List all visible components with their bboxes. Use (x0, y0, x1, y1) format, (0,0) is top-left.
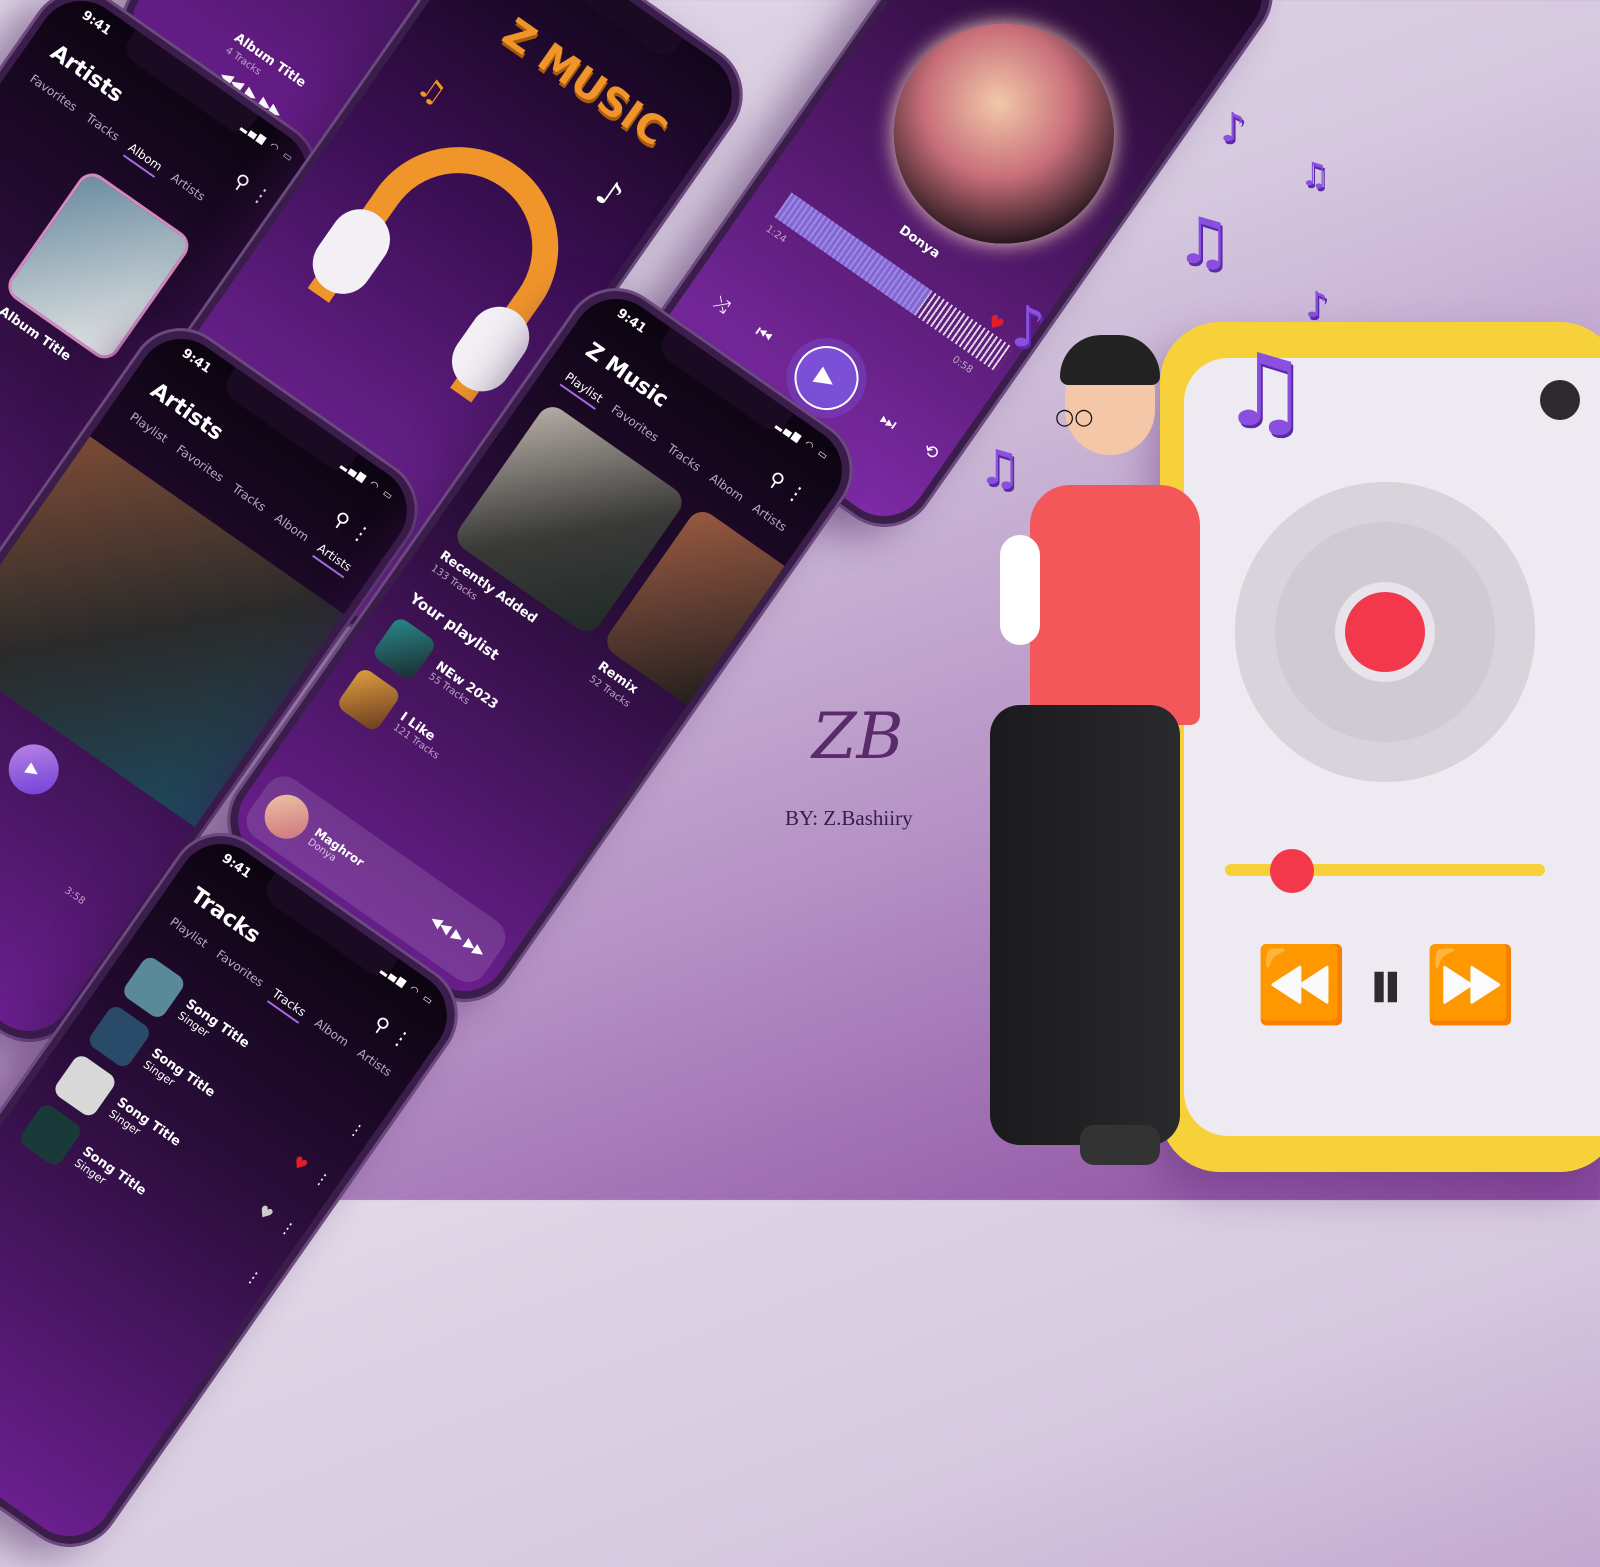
status-icons: ▂▄▆ ◠ ▭ (239, 121, 296, 166)
next-icon[interactable]: ⏭ (876, 408, 901, 434)
search-icon[interactable]: ⚲ ⋮ (764, 466, 811, 509)
tab-tracks[interactable]: Tracks (227, 481, 269, 518)
more-icon[interactable]: ⋮ (242, 1265, 266, 1290)
heart-icon[interactable]: ♥ (255, 1200, 278, 1224)
status-icons: ▂▄▆ ◠ ▭ (774, 419, 831, 464)
avatar (256, 786, 318, 848)
more-icon[interactable]: ⋮ (311, 1166, 335, 1191)
repeat-icon[interactable]: ⟲ (919, 438, 943, 464)
tab-tracks[interactable]: Tracks (80, 111, 122, 148)
tab-albom[interactable]: Albom (122, 140, 165, 178)
status-icons: ▂▄▆ ◠ ▭ (339, 459, 396, 504)
tab-tracks[interactable]: Tracks (266, 986, 309, 1024)
status-time: 9:41 (613, 305, 649, 337)
music-note-icon: ♫ (1220, 332, 1310, 449)
more-icon[interactable]: ⋮ (345, 1117, 369, 1142)
heart-icon[interactable]: ♥ (289, 1151, 312, 1175)
music-note-icon: ♪ (1305, 285, 1328, 326)
search-icon[interactable]: ⚲ ⋮ (369, 1011, 416, 1054)
transport-controls: ⏪⏸⏩ (1255, 942, 1537, 1028)
artist-name: Donya (896, 222, 943, 262)
search-icon[interactable]: ⚲ ⋮ (329, 506, 376, 549)
status-time: 9:41 (218, 850, 254, 882)
elapsed-time: 1:24 (763, 223, 789, 246)
tab-playlist[interactable]: Playlist (125, 410, 170, 450)
tab-albom[interactable]: Albom (269, 511, 311, 548)
player-controls[interactable]: ◀◀ ▶ ▶▶ (427, 912, 488, 961)
artist-photo (850, 0, 1158, 287)
tab-tracks[interactable]: Tracks (662, 441, 704, 478)
music-note-icon: ♪ (1220, 105, 1246, 151)
designer-credit: BY: Z.Bashiiry (785, 806, 913, 830)
music-note-icon: ♪ (587, 171, 631, 219)
music-note-icon: ♫ (410, 68, 453, 113)
tab-artists[interactable]: Artists (747, 501, 789, 539)
tab-playlist[interactable]: Playlist (559, 369, 606, 410)
time-label: 3:58 (62, 885, 87, 908)
play-button[interactable]: ▶ (0, 734, 69, 805)
tab-artists[interactable]: Artists (352, 1046, 394, 1084)
tab-playlist[interactable]: Playlist (165, 915, 210, 955)
tab-artists[interactable]: Artists (165, 170, 207, 208)
shuffle-icon[interactable]: ⤮ (710, 292, 734, 317)
designer-monogram: ZB (812, 700, 904, 774)
tab-favorites[interactable]: Favorites (211, 947, 266, 994)
tab-artists[interactable]: Artists (311, 540, 355, 579)
search-icon[interactable]: ⚲ ⋮ (229, 168, 276, 211)
previous-icon[interactable]: ⏮ (751, 321, 776, 347)
player-device-illustration: ♫ ⏪⏸⏩ (1160, 322, 1600, 1172)
speaker-disc (1235, 482, 1535, 782)
tab-favorites[interactable]: Favorites (171, 442, 226, 489)
more-icon[interactable]: ⋮ (276, 1216, 300, 1241)
status-icons: ▂▄▆ ◠ ▭ (379, 964, 436, 1009)
status-time: 9:41 (178, 345, 214, 377)
tab-albom[interactable]: Albom (704, 471, 746, 508)
status-time: 9:41 (78, 7, 114, 39)
tab-albom[interactable]: Albom (309, 1016, 351, 1053)
character-illustration: ○○ (960, 335, 1200, 1175)
music-note-icon: ♫ (1175, 205, 1233, 279)
music-note-icon: ♫ (1300, 155, 1329, 193)
